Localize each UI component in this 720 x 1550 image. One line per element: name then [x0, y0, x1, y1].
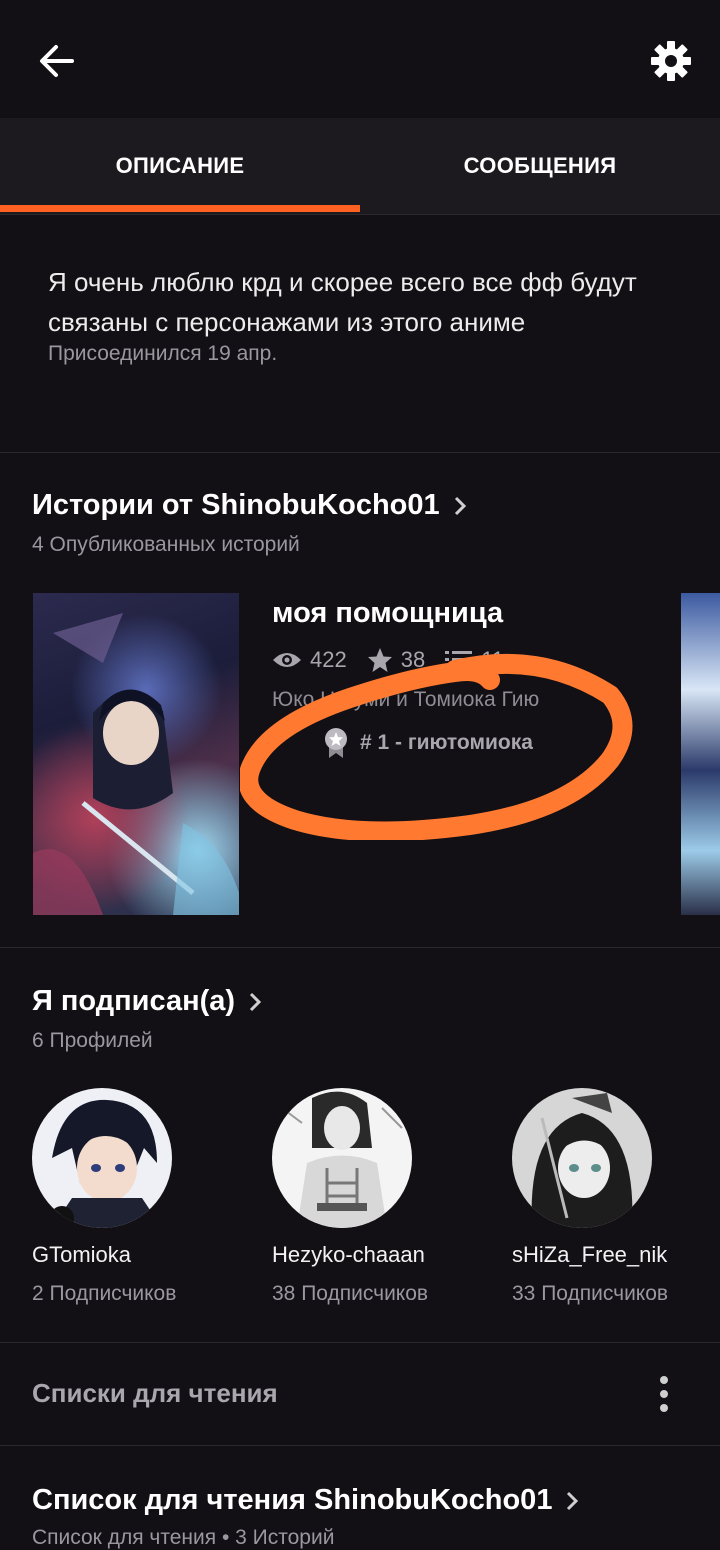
next-story-cover[interactable]: [681, 593, 720, 915]
divider: [0, 1445, 720, 1446]
story-tags: Юко Цугуми и Томиока Гию: [272, 688, 540, 711]
profile-followers: 33 Подписчиков: [512, 1282, 669, 1305]
chevron-right-icon: [567, 1491, 579, 1510]
tab-messages[interactable]: СООБЩЕНИЯ: [360, 118, 720, 214]
top-bar: [0, 0, 720, 118]
profile-name: Hezyko-chaaan: [272, 1242, 425, 1267]
list-icon: [445, 651, 473, 668]
divider: [0, 452, 720, 453]
profile-followers: 38 Подписчиков: [272, 1282, 429, 1305]
profile-card[interactable]: GTomioka 2 Подписчиков: [32, 1088, 232, 1306]
profile-description: Я очень люблю крд и скорее всего все фф …: [48, 267, 637, 337]
story-cover-art: [33, 613, 239, 915]
chevron-right-icon: [454, 496, 466, 515]
story-stats: 422 38 11: [272, 644, 524, 676]
profile-name: sHiZa_Free_nik: [512, 1242, 668, 1267]
chevron-right-icon: [250, 992, 262, 1011]
star-icon: [367, 648, 392, 672]
profile-card[interactable]: sHiZa_Free_nik 33 Подписчиков: [512, 1088, 712, 1306]
award-icon: [325, 728, 347, 758]
story-title[interactable]: моя помощница: [272, 597, 503, 630]
following-title-text: Я подписан(а): [32, 985, 236, 1017]
kebab-menu-icon[interactable]: [650, 1372, 678, 1416]
story-cover[interactable]: [33, 593, 239, 915]
avatar: [32, 1088, 172, 1228]
stories-section-title[interactable]: Истории от ShinobuKocho01: [32, 489, 468, 522]
back-arrow-icon[interactable]: [34, 38, 80, 84]
following-count: 6 Профилей: [32, 1029, 153, 1052]
profile-card[interactable]: Hezyko-chaaan 38 Подписчиков: [272, 1088, 472, 1306]
eye-icon: [273, 653, 301, 667]
stories-count: 4 Опубликованных историй: [32, 533, 300, 556]
votes-count: 38: [400, 647, 426, 672]
views-count: 422: [310, 647, 347, 672]
joined-date: Присоединился 19 апр.: [48, 342, 278, 365]
profile-tabs: ОПИСАНИЕ СООБЩЕНИЯ: [0, 118, 720, 215]
stories-title-text: Истории от ShinobuKocho01: [32, 489, 440, 521]
reading-list-title[interactable]: Список для чтения ShinobuKocho01: [32, 1484, 580, 1517]
reading-list-subtitle: Список для чтения • 3 Историй: [32, 1526, 335, 1549]
reading-list-title-text: Список для чтения ShinobuKocho01: [32, 1484, 553, 1516]
active-tab-indicator: [0, 205, 360, 212]
profile-name: GTomioka: [32, 1242, 132, 1267]
divider: [0, 1342, 720, 1343]
parts-count: 11: [481, 647, 505, 672]
divider: [0, 947, 720, 948]
avatar: [512, 1088, 652, 1228]
profile-followers: 2 Подписчиков: [32, 1282, 177, 1305]
following-section-title[interactable]: Я подписан(а): [32, 985, 263, 1018]
gear-icon[interactable]: [648, 38, 694, 84]
tab-description[interactable]: ОПИСАНИЕ: [0, 118, 360, 214]
story-rank[interactable]: # 1 - гиютомиока: [322, 727, 533, 759]
rank-text: # 1 - гиютомиока: [360, 731, 533, 754]
avatar: [272, 1088, 412, 1228]
reading-lists-title: Списки для чтения: [32, 1378, 278, 1408]
